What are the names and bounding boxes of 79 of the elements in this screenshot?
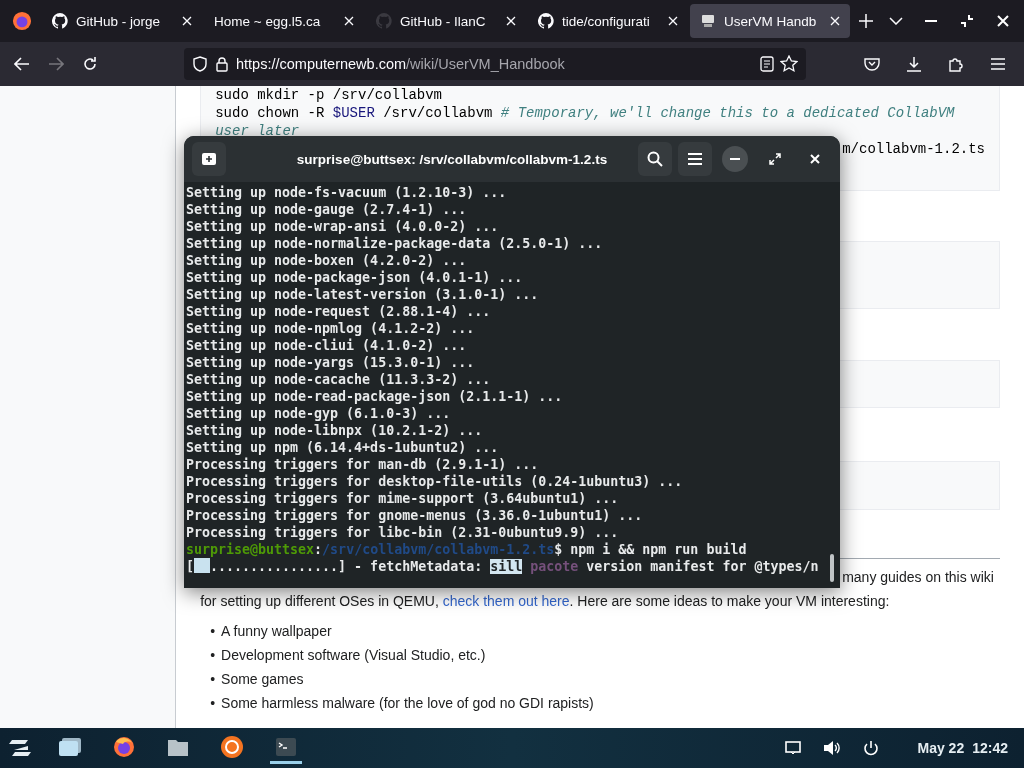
terminal-icon bbox=[275, 736, 297, 757]
browser-tab[interactable]: GitHub - jorge bbox=[42, 4, 202, 38]
menu-button[interactable] bbox=[678, 142, 712, 176]
add-tab-icon bbox=[202, 153, 216, 165]
close-icon[interactable] bbox=[506, 16, 516, 26]
terminal-line: [ ................] - fetchMetadata: sill pacote version manifest for @types/n bbox=[186, 558, 820, 575]
notification-icon[interactable] bbox=[785, 741, 802, 755]
software-store-icon bbox=[220, 734, 244, 759]
code-line: sudo chown -R $USER /srv/collabvm # Temporary, we'll change this to a dedicated CollabVM user later bbox=[215, 104, 956, 140]
address-bar[interactable]: https://computernewb.com/wiki/UserVM_Handbook bbox=[184, 48, 806, 80]
list-item: Development software (Visual Studio, etc.) bbox=[221, 646, 486, 665]
scrollbar[interactable] bbox=[830, 554, 834, 582]
bullet: • bbox=[210, 670, 216, 689]
terminal-line: Processing triggers for mime-support (3.64ubuntu1) ... bbox=[186, 490, 620, 507]
power-icon[interactable] bbox=[863, 740, 880, 756]
close-icon bbox=[810, 154, 820, 164]
terminal-line: Setting up node-wrap-ansi (4.0.0-2) ... bbox=[186, 218, 500, 235]
firefox-icon bbox=[113, 735, 135, 758]
list-item: Some harmless malware (for the love of god no GDI rapists) bbox=[221, 694, 594, 713]
maximize-icon bbox=[769, 153, 781, 165]
terminal-line: Processing triggers for desktop-file-utils (0.24-1ubuntu3) ... bbox=[186, 473, 684, 490]
terminal-line: Setting up node-latest-version (3.1.0-1) ... bbox=[186, 286, 540, 303]
terminal-line: Setting up node-gyp (6.1.0-3) ... bbox=[186, 405, 452, 422]
browser-tab[interactable]: Home ~ egg.l5.ca bbox=[204, 4, 364, 38]
terminal-line: Setting up node-package-json (4.0.1-1) ... bbox=[186, 269, 524, 286]
browser-tab[interactable]: UserVM Handb bbox=[690, 4, 850, 38]
terminal-line: Setting up npm (6.14.4+ds-1ubuntu2) ... bbox=[186, 439, 500, 456]
new-tab-button[interactable] bbox=[192, 142, 226, 176]
terminal-line: Setting up node-cliui (4.1.0-2) ... bbox=[186, 337, 468, 354]
window-title: surprise@buttsex: /srv/collabvm/collabvm-1.2.ts bbox=[295, 151, 609, 167]
minimize-button[interactable] bbox=[722, 146, 748, 172]
close-icon[interactable] bbox=[182, 16, 192, 26]
github-icon bbox=[52, 13, 68, 29]
progress-block bbox=[194, 558, 210, 573]
code-line: sudo mkdir -p /srv/collabvm bbox=[215, 86, 442, 104]
terminal-line: Setting up node-fs-vacuum (1.2.10-3) ... bbox=[186, 184, 508, 201]
url-text: https://computernewb.com/wiki/UserVM_Handbook bbox=[236, 56, 566, 72]
windows-icon bbox=[58, 736, 82, 757]
search-icon bbox=[647, 151, 663, 167]
shield-icon bbox=[192, 56, 208, 72]
close-icon[interactable] bbox=[344, 16, 354, 26]
bullet: • bbox=[210, 622, 216, 641]
terminal-line: Setting up node-cacache (11.3.3-2) ... bbox=[186, 371, 492, 388]
lock-icon bbox=[214, 56, 230, 72]
volume-icon[interactable] bbox=[823, 740, 842, 756]
bullet: • bbox=[210, 646, 216, 665]
terminal-line: Processing triggers for man-db (2.9.1-1) ... bbox=[186, 456, 540, 473]
paragraph-text: many guides on this wiki bbox=[842, 568, 994, 587]
list-item: A funny wallpaper bbox=[221, 622, 332, 641]
terminal-line: Setting up node-boxen (4.2.0-2) ... bbox=[186, 252, 468, 269]
terminal-prompt: surprise@buttsex:/srv/collabvm/collabvm-1.2.ts$ npm i && npm run build bbox=[186, 541, 748, 558]
list-item: Some games bbox=[221, 670, 304, 689]
terminal-line: Setting up node-npmlog (4.1.2-2) ... bbox=[186, 320, 476, 337]
search-button[interactable] bbox=[638, 142, 672, 176]
browser-tab[interactable]: GitHub - IlanC bbox=[366, 4, 526, 38]
terminal-line: Setting up node-read-package-json (2.1.1-1) ... bbox=[186, 388, 564, 405]
terminal-line: Setting up node-yargs (15.3.0-1) ... bbox=[186, 354, 476, 371]
terminal-line: Processing triggers for gnome-menus (3.36.0-1ubuntu1) ... bbox=[186, 507, 644, 524]
bullet: • bbox=[210, 694, 216, 713]
github-icon bbox=[376, 13, 392, 29]
github-icon bbox=[538, 13, 554, 29]
menu-icon bbox=[688, 153, 702, 165]
code-line: m/collabvm-1.2.ts bbox=[842, 140, 985, 158]
minimize-icon bbox=[730, 158, 740, 160]
terminal-line: Setting up node-request (2.88.1-4) ... bbox=[186, 303, 492, 320]
paragraph-text: for setting up different OSes in QEMU, check them out here. Here are some ideas to make your VM interesting: bbox=[200, 592, 891, 611]
terminal-line: Processing triggers for libc-bin (2.31-0ubuntu9.9) ... bbox=[186, 524, 620, 541]
reader-view-icon[interactable] bbox=[760, 56, 774, 72]
terminal-line: Setting up node-gauge (2.7.4-1) ... bbox=[186, 201, 468, 218]
star-icon[interactable] bbox=[780, 55, 798, 73]
terminal-line: Setting up node-libnpx (10.2.1-2) ... bbox=[186, 422, 484, 439]
close-icon[interactable] bbox=[668, 16, 678, 26]
link[interactable]: check them out here bbox=[442, 593, 570, 609]
computer-icon bbox=[700, 13, 716, 29]
browser-tab[interactable]: tide/configurati bbox=[528, 4, 688, 38]
close-icon[interactable] bbox=[830, 16, 840, 26]
zorin-logo-icon[interactable] bbox=[8, 738, 32, 758]
clock[interactable]: May 22 12:42 bbox=[917, 740, 1008, 756]
terminal-line: Setting up node-normalize-package-data (2.5.0-1) ... bbox=[186, 235, 604, 252]
